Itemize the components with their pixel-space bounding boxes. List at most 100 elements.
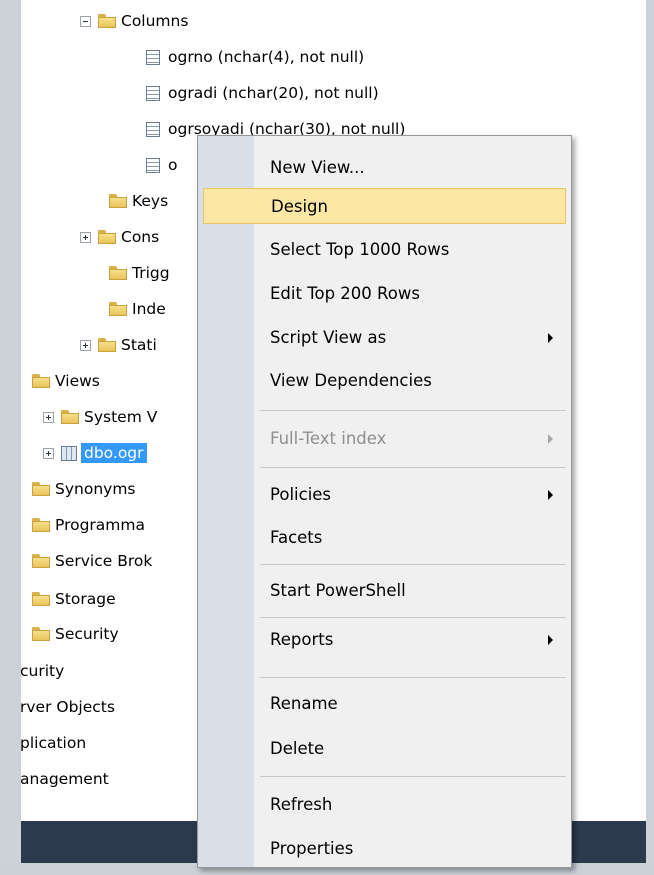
folder-icon: [98, 14, 116, 28]
menu-item-label: View Dependencies: [270, 371, 432, 390]
tree-node-replication[interactable]: plication: [21, 731, 86, 755]
tree-node-synonyms[interactable]: Synonyms: [32, 477, 136, 501]
folder-icon: [109, 266, 127, 280]
menu-item-label: Rename: [270, 694, 338, 713]
tree-node-column[interactable]: o: [146, 153, 177, 177]
folder-icon: [61, 410, 79, 424]
tree-node-security[interactable]: curity: [21, 659, 64, 683]
menu-item-design[interactable]: Design: [203, 188, 566, 224]
tree-node-label: Storage: [55, 590, 116, 608]
menu-separator: [260, 410, 566, 411]
expand-icon[interactable]: [80, 339, 91, 351]
tree-node-label: curity: [21, 662, 65, 680]
view-icon: [61, 445, 77, 461]
collapse-icon[interactable]: [80, 15, 91, 27]
tree-node-label: Views: [55, 372, 100, 390]
tree-node-service-broker[interactable]: Service Brok: [32, 549, 152, 573]
tree-node-label: Columns: [121, 12, 189, 30]
tree-node-server-objects[interactable]: rver Objects: [21, 695, 115, 719]
column-icon: [146, 121, 160, 137]
tree-node-label: rver Objects: [21, 698, 115, 716]
folder-icon: [32, 374, 50, 388]
menu-item-properties[interactable]: Properties: [203, 831, 566, 867]
folder-icon: [32, 592, 50, 606]
folder-icon: [32, 627, 50, 641]
tree-node-column[interactable]: ogradi (nchar(20), not null): [146, 81, 379, 105]
folder-icon: [98, 338, 116, 352]
menu-item-label: Reports: [270, 630, 334, 649]
tree-node-label: o: [168, 156, 178, 174]
folder-icon: [98, 230, 116, 244]
column-icon: [146, 49, 160, 65]
menu-item-view-dependencies[interactable]: View Dependencies: [203, 363, 566, 399]
tree-node-label: Inde: [132, 300, 166, 318]
menu-item-script-view-as[interactable]: Script View as: [203, 320, 566, 356]
menu-item-refresh[interactable]: Refresh: [203, 787, 566, 823]
menu-item-label: Facets: [270, 528, 323, 547]
tree-node-programmability[interactable]: Programma: [32, 513, 145, 537]
tree-node-db-security[interactable]: Security: [32, 622, 119, 646]
context-menu: New View... Design Select Top 1000 Rows …: [197, 135, 572, 868]
submenu-arrow-icon: [548, 333, 553, 343]
tree-node-label: Synonyms: [55, 480, 136, 498]
folder-icon: [32, 482, 50, 496]
menu-separator: [260, 467, 566, 468]
folder-icon: [32, 518, 50, 532]
tree-node-management[interactable]: anagement: [21, 767, 109, 791]
menu-item-reports[interactable]: Reports: [203, 604, 566, 649]
menu-separator: [260, 564, 566, 565]
tree-node-constraints[interactable]: Cons: [80, 225, 159, 249]
tree-node-label: dbo.ogr: [81, 443, 147, 463]
folder-icon: [109, 194, 127, 208]
tree-node-label: ogrno (nchar(4), not null): [168, 48, 365, 66]
tree-node-keys[interactable]: Keys: [109, 189, 168, 213]
menu-item-full-text-index: Full-Text index: [203, 421, 566, 457]
tree-node-system-views[interactable]: System V: [43, 405, 157, 429]
menu-separator: [260, 776, 566, 777]
menu-item-label: Design: [271, 197, 328, 216]
menu-item-label: New View...: [270, 158, 365, 177]
menu-separator: [260, 677, 566, 678]
menu-item-delete[interactable]: Delete: [203, 731, 566, 767]
tree-node-label: Trigg: [132, 264, 170, 282]
folder-icon: [109, 302, 127, 316]
menu-item-label: Properties: [270, 839, 354, 858]
expand-icon[interactable]: [43, 411, 54, 423]
menu-item-label: Select Top 1000 Rows: [270, 240, 450, 259]
tree-node-label: anagement: [21, 770, 109, 788]
menu-item-select-top-1000-rows[interactable]: Select Top 1000 Rows: [203, 232, 566, 268]
tree-node-label: Keys: [132, 192, 169, 210]
column-icon: [146, 157, 160, 173]
tree-node-storage[interactable]: Storage: [32, 587, 116, 611]
submenu-arrow-icon: [548, 635, 553, 645]
menu-item-label: Policies: [270, 485, 332, 504]
submenu-arrow-icon: [548, 434, 553, 444]
tree-node-label: Programma: [55, 516, 145, 534]
tree-node-label: Service Brok: [55, 552, 153, 570]
submenu-arrow-icon: [548, 490, 553, 500]
tree-node-column[interactable]: ogrno (nchar(4), not null): [146, 45, 364, 69]
tree-node-triggers[interactable]: Trigg: [109, 261, 170, 285]
tree-node-label: System V: [84, 408, 158, 426]
tree-node-label: plication: [21, 734, 87, 752]
tree-node-indexes[interactable]: Inde: [109, 297, 166, 321]
tree-node-label: Stati: [121, 336, 157, 354]
tree-node-views[interactable]: Views: [32, 369, 100, 393]
menu-item-edit-top-200-rows[interactable]: Edit Top 200 Rows: [203, 276, 566, 312]
menu-item-label: Start PowerShell: [270, 581, 406, 600]
tree-node-selected-view[interactable]: dbo.ogr: [43, 441, 147, 465]
expand-icon[interactable]: [43, 447, 54, 459]
tree-node-label: Security: [55, 625, 119, 643]
tree-node-columns[interactable]: Columns: [80, 9, 188, 33]
tree-node-label: ogradi (nchar(20), not null): [168, 84, 379, 102]
menu-item-new-view[interactable]: New View...: [203, 150, 566, 186]
expand-icon[interactable]: [80, 231, 91, 243]
menu-item-facets[interactable]: Facets: [203, 520, 566, 556]
tree-node-statistics[interactable]: Stati: [80, 333, 157, 357]
menu-item-label: Script View as: [270, 328, 387, 347]
menu-item-label: Delete: [270, 739, 325, 758]
menu-item-rename[interactable]: Rename: [203, 686, 566, 722]
tree-node-label: Cons: [121, 228, 160, 246]
menu-item-label: Full-Text index: [270, 429, 387, 448]
menu-item-policies[interactable]: Policies: [203, 477, 566, 513]
